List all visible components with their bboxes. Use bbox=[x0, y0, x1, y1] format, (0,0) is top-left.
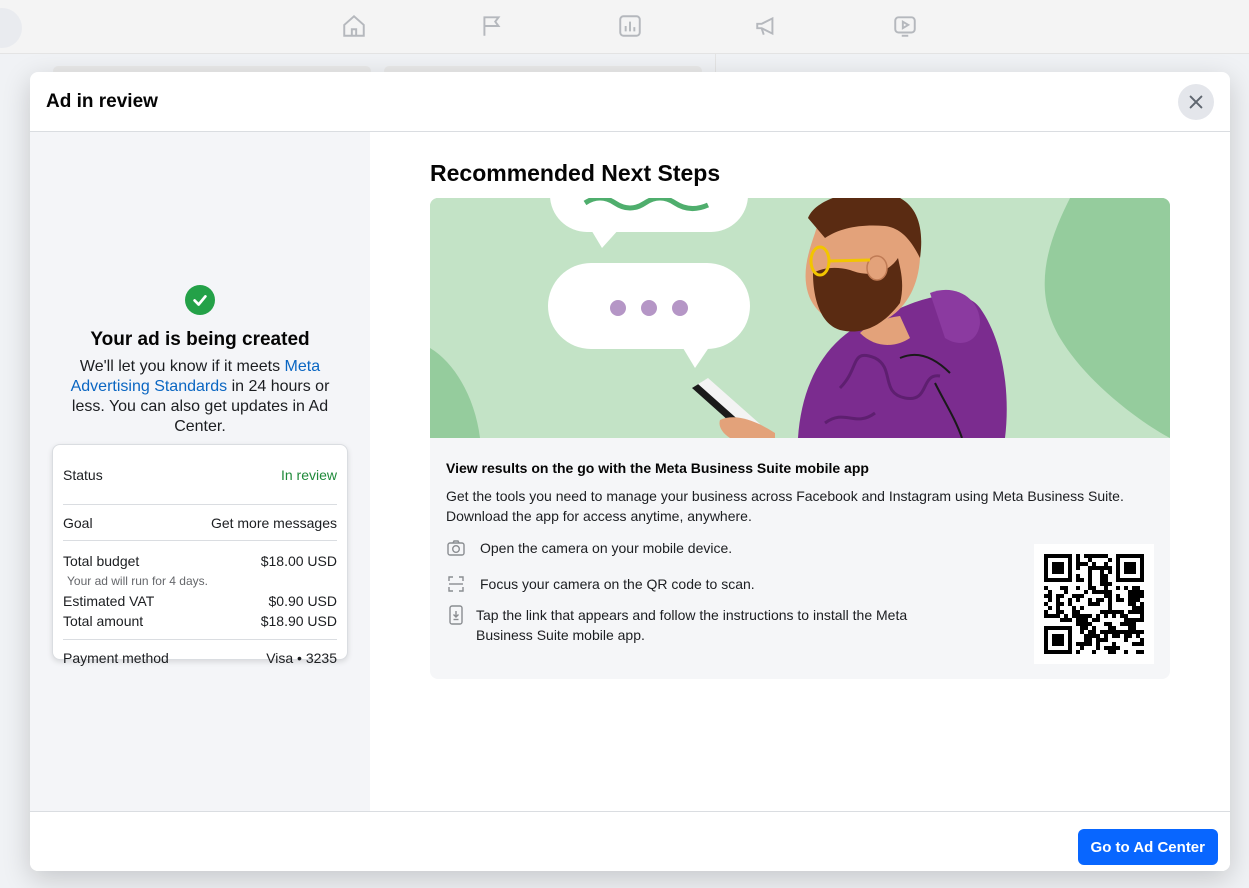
payment-label: Payment method bbox=[63, 650, 169, 666]
step-item: Focus your camera on the QR code to scan… bbox=[446, 574, 755, 594]
step-text: Open the camera on your mobile device. bbox=[480, 540, 733, 556]
budget-note: Your ad will run for 4 days. bbox=[67, 574, 208, 588]
total-value: $18.90 USD bbox=[260, 613, 337, 629]
vat-label: Estimated VAT bbox=[63, 593, 155, 609]
goal-row: Goal Get more messages bbox=[63, 505, 337, 540]
ad-review-dialog: Ad in review Your ad is being created We… bbox=[30, 72, 1230, 871]
video-icon bbox=[892, 13, 918, 39]
scan-frame-icon bbox=[446, 574, 470, 594]
info-description: Get the tools you need to manage your bu… bbox=[446, 488, 1124, 524]
step-item: Open the camera on your mobile device. bbox=[446, 538, 732, 558]
background-avatar bbox=[0, 8, 22, 48]
budget-value: $18.00 USD bbox=[260, 553, 337, 569]
next-steps-heading: Recommended Next Steps bbox=[430, 160, 721, 186]
background-divider bbox=[715, 54, 716, 74]
status-label: Status bbox=[63, 466, 103, 483]
background-top-bar bbox=[0, 0, 1249, 54]
vat-value: $0.90 USD bbox=[268, 593, 337, 609]
home-icon bbox=[341, 13, 367, 39]
ad-status-pane: Your ad is being created We'll let you k… bbox=[30, 132, 370, 811]
step-item: Tap the link that appears and follow the… bbox=[446, 605, 946, 645]
dialog-body: Your ad is being created We'll let you k… bbox=[30, 132, 1230, 811]
hero-illustration bbox=[430, 198, 1170, 438]
next-steps-pane: Recommended Next Steps View results on t… bbox=[370, 132, 1230, 811]
payment-row: Payment method Visa • 3235 bbox=[63, 640, 337, 676]
divider bbox=[63, 540, 337, 541]
ad-created-heading: Your ad is being created bbox=[90, 329, 310, 350]
vat-row: Estimated VAT $0.90 USD bbox=[63, 591, 337, 611]
megaphone-icon bbox=[754, 13, 780, 39]
budget-row: Total budget $18.00 USD bbox=[63, 551, 337, 571]
payment-value: Visa • 3235 bbox=[266, 650, 337, 666]
mobile-app-info-box: View results on the go with the Meta Bus… bbox=[430, 438, 1170, 679]
close-icon bbox=[1189, 95, 1203, 109]
person-with-phone-illustration bbox=[430, 198, 1170, 438]
step-text: Tap the link that appears and follow the… bbox=[476, 607, 908, 643]
camera-icon bbox=[446, 538, 470, 558]
insights-icon bbox=[617, 13, 643, 39]
dialog-footer: Go to Ad Center bbox=[30, 811, 1230, 871]
status-badge: In review bbox=[280, 466, 337, 483]
check-circle-icon bbox=[185, 285, 215, 315]
phone-download-icon bbox=[446, 605, 466, 625]
description-text: We'll let you know if it meets bbox=[79, 358, 285, 375]
goal-label: Goal bbox=[63, 514, 93, 531]
dialog-title: Ad in review bbox=[46, 90, 158, 112]
info-title: View results on the go with the Meta Bus… bbox=[446, 460, 869, 476]
dialog-header: Ad in review bbox=[30, 72, 1230, 132]
status-row: Status In review bbox=[63, 445, 337, 504]
total-row: Total amount $18.90 USD bbox=[63, 611, 337, 631]
goal-value: Get more messages bbox=[210, 514, 337, 531]
flag-icon bbox=[479, 13, 505, 39]
total-label: Total amount bbox=[63, 613, 144, 629]
step-text: Focus your camera on the QR code to scan… bbox=[480, 576, 755, 592]
go-to-ad-center-button[interactable]: Go to Ad Center bbox=[1077, 829, 1218, 865]
ad-summary-card: Status In review Goal Get more messages … bbox=[52, 444, 348, 666]
qr-code-icon bbox=[1034, 544, 1154, 664]
ad-created-description: We'll let you know if it meets Meta Adve… bbox=[52, 357, 348, 437]
budget-label: Total budget bbox=[63, 553, 140, 569]
close-button[interactable] bbox=[1178, 84, 1214, 120]
